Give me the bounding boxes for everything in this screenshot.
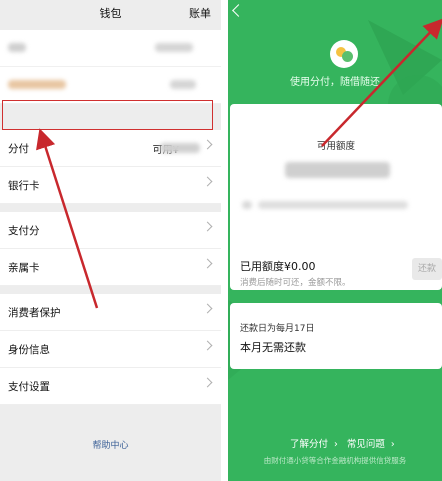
annotation-arrow — [321, 18, 442, 147]
annotation-arrow — [36, 128, 99, 309]
annotation-arrows — [36, 18, 442, 309]
